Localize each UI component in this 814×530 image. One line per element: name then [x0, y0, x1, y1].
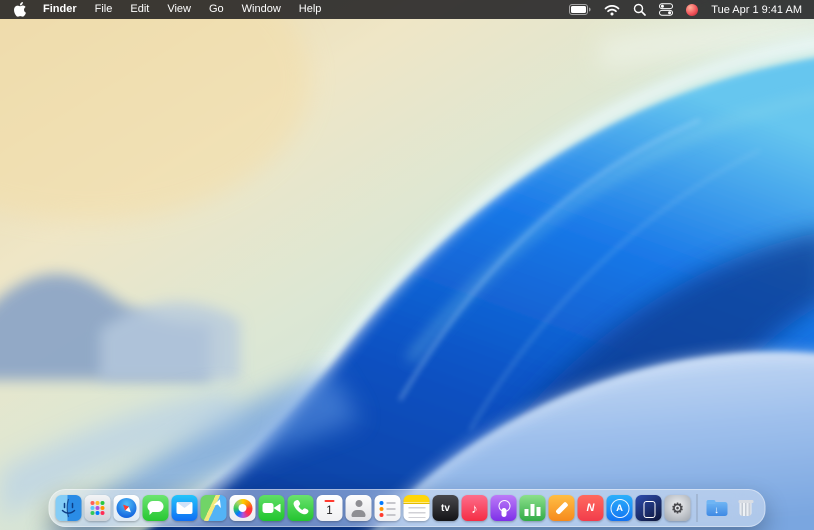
dock: 1 tv ♪ N A ⚙ ↓	[49, 489, 766, 527]
app-store-icon: A	[607, 495, 633, 521]
spotlight-icon[interactable]	[633, 3, 646, 16]
facetime-icon	[259, 495, 285, 521]
dock-item-contacts[interactable]	[346, 495, 372, 521]
dock-item-tv[interactable]: tv	[433, 495, 459, 521]
dock-item-calendar[interactable]: 1	[317, 495, 343, 521]
macos-desktop: Finder File Edit View Go Window Help Tue…	[0, 0, 814, 530]
menu-help[interactable]: Help	[290, 0, 331, 19]
music-note-icon: ♪	[462, 495, 488, 521]
dock-item-reminders[interactable]	[375, 495, 401, 521]
battery-icon[interactable]	[569, 4, 591, 15]
gear-icon: ⚙	[665, 495, 691, 521]
trash-icon	[733, 495, 759, 521]
dock-separator	[697, 494, 698, 522]
podcasts-icon	[491, 495, 517, 521]
dock-item-system-settings[interactable]: ⚙	[665, 495, 691, 521]
calendar-day-number: 1	[317, 495, 343, 521]
photos-icon	[230, 495, 256, 521]
contacts-icon	[346, 495, 372, 521]
tv-icon: tv	[433, 495, 459, 521]
dock-item-numbers[interactable]	[520, 495, 546, 521]
menu-bar: Finder File Edit View Go Window Help Tue…	[0, 0, 814, 19]
siri-orb	[686, 4, 698, 16]
dock-item-pages[interactable]	[549, 495, 575, 521]
menu-bar-menus: Finder File Edit View Go Window Help	[10, 0, 330, 19]
control-center-icon[interactable]	[659, 3, 673, 16]
news-icon: N	[578, 495, 604, 521]
phone-icon	[288, 495, 314, 521]
app-menu-finder[interactable]: Finder	[34, 0, 86, 19]
dock-item-safari[interactable]	[114, 495, 140, 521]
dock-item-messages[interactable]	[143, 495, 169, 521]
iphone-mirroring-icon	[636, 495, 662, 521]
dock-item-phone[interactable]	[288, 495, 314, 521]
menu-file[interactable]: File	[86, 0, 122, 19]
menu-window[interactable]: Window	[233, 0, 290, 19]
dock-item-trash[interactable]	[733, 495, 759, 521]
mail-icon	[172, 495, 198, 521]
safari-icon	[114, 495, 140, 521]
apple-menu[interactable]	[10, 2, 34, 17]
dock-item-news[interactable]: N	[578, 495, 604, 521]
notes-icon	[404, 495, 430, 521]
desktop-wallpaper	[0, 0, 814, 530]
dock-item-app-store[interactable]: A	[607, 495, 633, 521]
dock-item-music[interactable]: ♪	[462, 495, 488, 521]
dock-item-maps[interactable]	[201, 495, 227, 521]
dock-item-launchpad[interactable]	[85, 495, 111, 521]
dock-item-photos[interactable]	[230, 495, 256, 521]
dock-item-finder[interactable]	[56, 495, 82, 521]
siri-icon[interactable]	[686, 4, 698, 16]
messages-icon	[143, 495, 169, 521]
pages-icon	[549, 495, 575, 521]
maps-icon	[201, 495, 227, 521]
reminders-icon	[375, 495, 401, 521]
dock-item-mail[interactable]	[172, 495, 198, 521]
wifi-icon[interactable]	[604, 4, 620, 16]
menu-go[interactable]: Go	[200, 0, 233, 19]
menu-bar-clock[interactable]: Tue Apr 1 9:41 AM	[711, 4, 802, 16]
dock-item-podcasts[interactable]	[491, 495, 517, 521]
apple-icon	[14, 2, 26, 17]
numbers-icon	[520, 495, 546, 521]
menu-edit[interactable]: Edit	[121, 0, 158, 19]
launchpad-icon	[85, 495, 111, 521]
finder-icon	[56, 495, 82, 521]
dock-item-downloads[interactable]: ↓	[704, 495, 730, 521]
dock-item-notes[interactable]	[404, 495, 430, 521]
menu-bar-status: Tue Apr 1 9:41 AM	[569, 0, 802, 19]
dock-item-facetime[interactable]	[259, 495, 285, 521]
dock-item-iphone-mirroring[interactable]	[636, 495, 662, 521]
menu-view[interactable]: View	[158, 0, 200, 19]
download-arrow-icon: ↓	[704, 495, 730, 521]
